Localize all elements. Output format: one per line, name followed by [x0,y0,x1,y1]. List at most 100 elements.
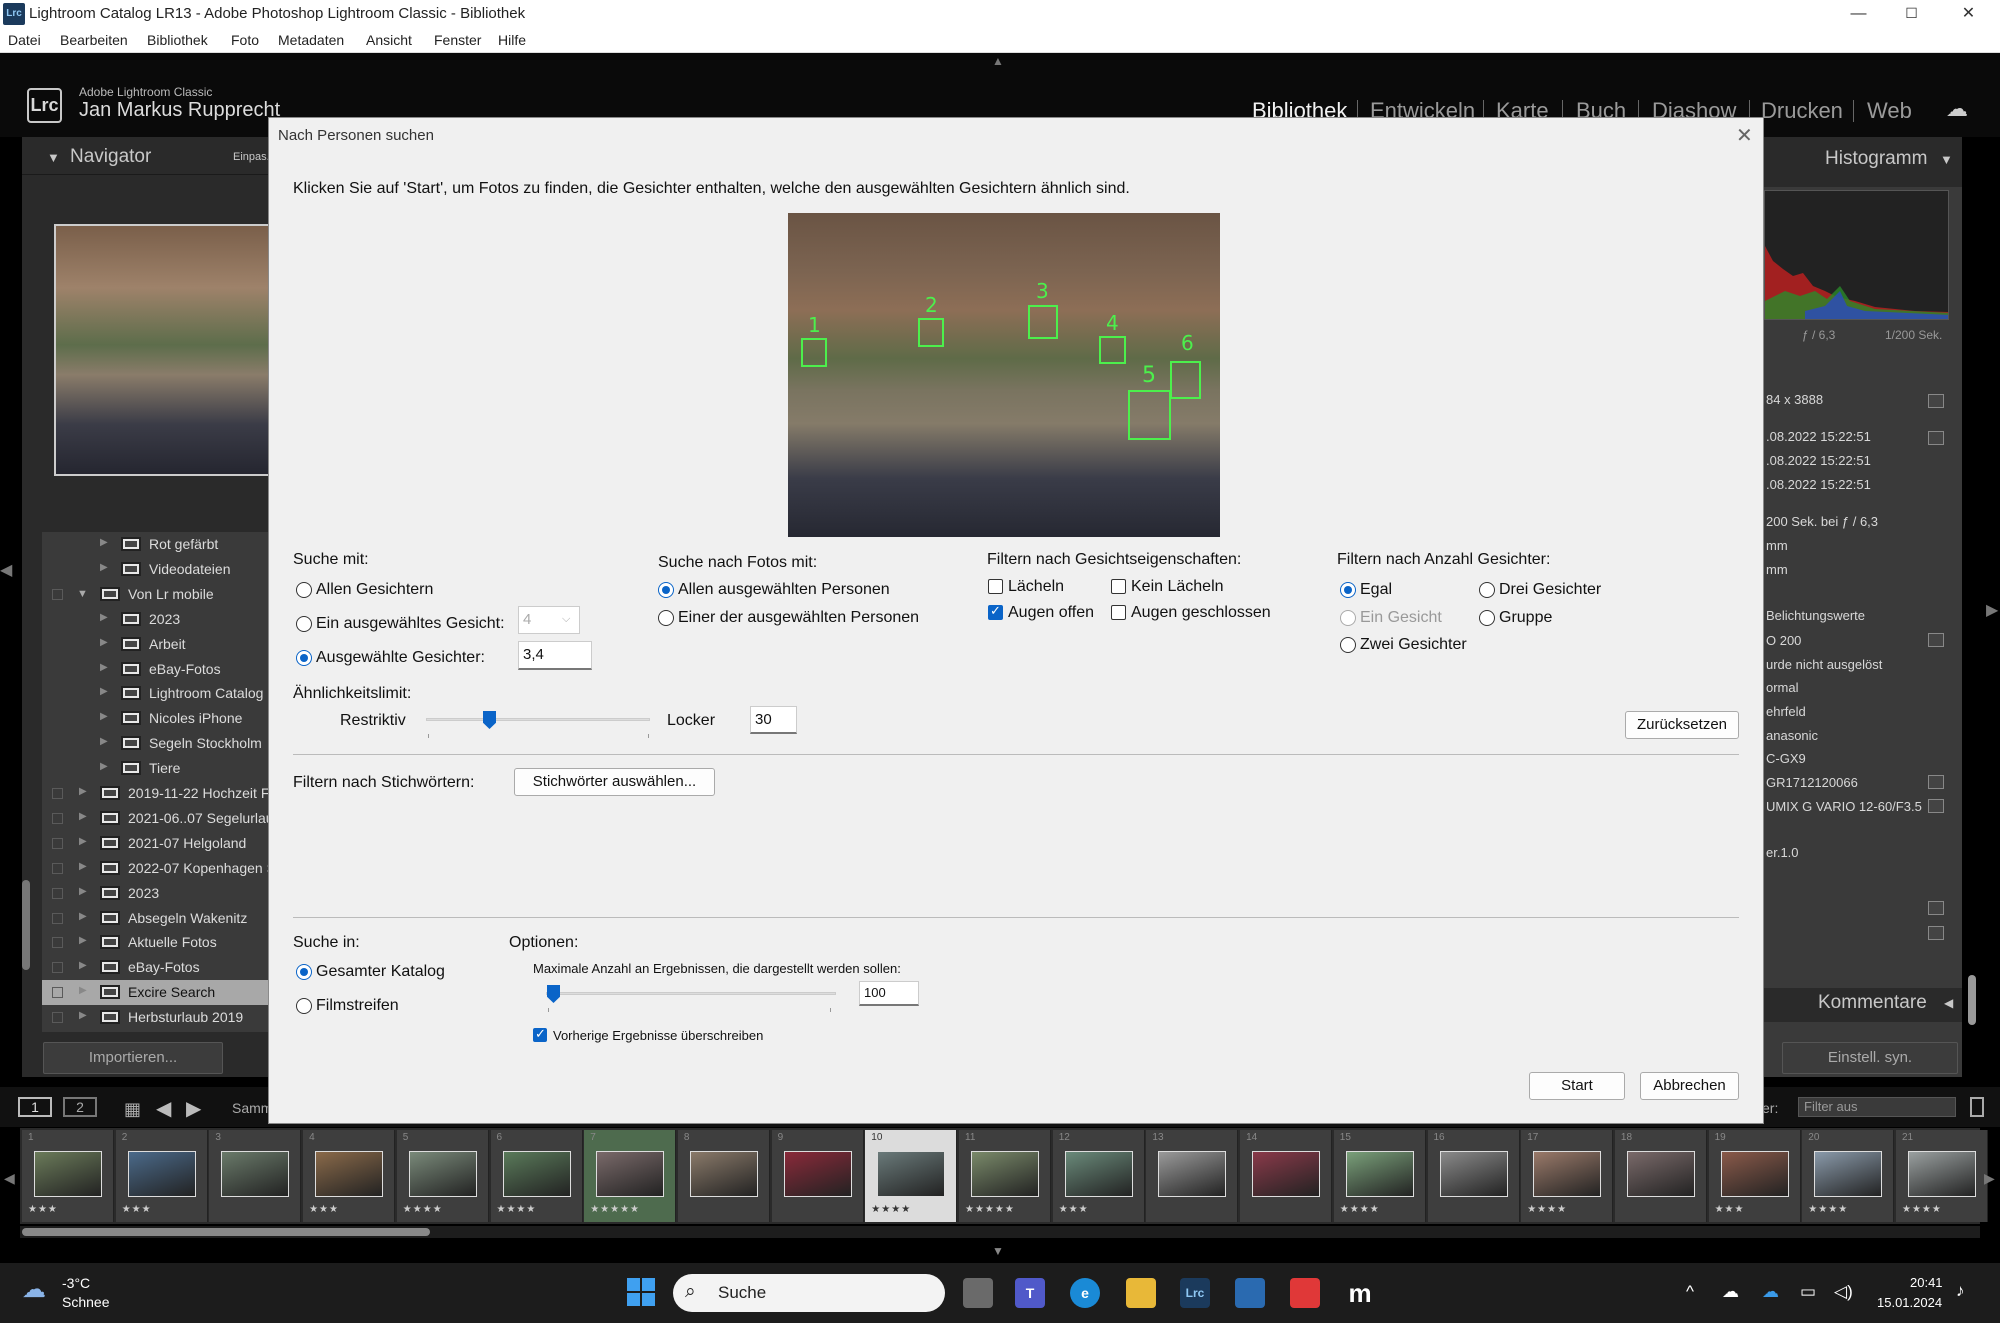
filmstrip-thumbnail[interactable]: 17 ★★★★ [1521,1130,1614,1222]
disclosure-triangle-icon[interactable]: ▶ [79,886,87,897]
filmstrip-thumbnail[interactable]: 3 [209,1130,302,1222]
collapse-triangle-icon[interactable]: ▼ [47,150,60,165]
reset-button[interactable]: Zurücksetzen [1625,711,1739,739]
filmstrip-thumbnail[interactable]: 18 [1614,1130,1707,1222]
secondary-window-button[interactable]: 2 [63,1097,97,1117]
metadata-action-button[interactable] [1928,775,1944,789]
filter-select[interactable]: Filter aus [1798,1097,1956,1117]
folder-checkbox[interactable] [52,837,63,849]
disclosure-triangle-icon[interactable]: ▼ [77,588,88,600]
radio-filmstrip-label[interactable]: Filmstreifen [316,997,399,1015]
navigator-fit-option[interactable]: Einpas. [233,151,270,163]
filmstrip-thumbnail[interactable]: 2 ★★★ [115,1130,208,1222]
m-app-icon[interactable]: m [1345,1278,1375,1308]
taskbar-search[interactable] [673,1274,945,1312]
max-results-slider-track[interactable] [546,992,836,995]
primary-window-button[interactable]: 1 [18,1097,52,1117]
module-web[interactable]: Web [1867,98,1912,124]
back-arrow-icon[interactable]: ◀ [156,1096,171,1121]
start-button[interactable]: Start [1529,1072,1625,1100]
folder-item[interactable]: ▶ 2021-06..07 Segelurlau [42,806,282,831]
checkbox-no-smile[interactable] [1111,579,1126,594]
menu-foto[interactable]: Foto [231,32,259,48]
radio-all-faces[interactable] [296,582,312,598]
select-keywords-button[interactable]: Stichwörter auswählen... [514,768,715,796]
max-results-input[interactable]: 100 [859,981,919,1006]
checkbox-smile[interactable] [988,579,1003,594]
radio-filmstrip[interactable] [296,998,312,1014]
disclosure-triangle-icon[interactable]: ▶ [79,836,87,847]
weather-condition[interactable]: Schnee [62,1294,109,1310]
close-icon[interactable]: ✕ [1736,123,1753,148]
folder-item[interactable]: ▶ 2019-11-22 Hochzeit Fl [42,781,282,806]
edge-icon[interactable]: e [1070,1278,1100,1308]
radio-one-person[interactable] [658,610,674,626]
checkbox-eyes-closed-label[interactable]: Augen geschlossen [1131,604,1271,622]
disclosure-triangle-icon[interactable]: ▶ [100,761,108,772]
folder-item[interactable]: ▶ Nicoles iPhone [42,706,282,731]
folder-item[interactable]: ▶ Excire Search [42,980,282,1006]
filmstrip-thumbnail[interactable]: 21 ★★★★ [1896,1130,1988,1222]
selected-faces-input[interactable]: 3,4 [518,641,592,670]
radio-single-face[interactable] [296,616,312,632]
radio-one-person-label[interactable]: Einer der ausgewählten Personen [678,609,919,627]
radio-single-face-label[interactable]: Ein ausgewähltes Gesicht: [316,615,505,633]
radio-all-persons-label[interactable]: Allen ausgewählten Personen [678,581,890,599]
import-button[interactable]: Importieren... [43,1042,223,1074]
disclosure-triangle-icon[interactable]: ▶ [100,537,108,548]
grid-view-icon[interactable]: ▦ [124,1099,141,1120]
file-explorer-icon[interactable] [1126,1278,1156,1308]
metadata-action-button[interactable] [1928,799,1944,813]
filmstrip-thumbnail[interactable]: 13 [1146,1130,1239,1222]
menu-metadaten[interactable]: Metadaten [278,32,344,48]
folder-item[interactable]: ▶ Segeln Stockholm [42,731,282,756]
checkbox-no-smile-label[interactable]: Kein Lächeln [1131,578,1224,596]
disclosure-triangle-icon[interactable]: ▶ [100,736,108,747]
disclosure-triangle-icon[interactable]: ▶ [79,786,87,797]
right-panel-scrollbar[interactable] [1968,975,1976,1025]
folder-checkbox[interactable] [52,937,63,949]
checkbox-eyes-open-label[interactable]: Augen offen [1008,604,1094,622]
filmstrip-thumbnail[interactable]: 8 [677,1130,770,1222]
metadata-action-button[interactable] [1928,633,1944,647]
snipping-tool-icon[interactable] [1290,1278,1320,1308]
metadata-action-button[interactable] [1928,394,1944,408]
filmstrip-thumbnail[interactable]: 14 [1240,1130,1333,1222]
radio-whole-catalog[interactable] [296,964,312,980]
module-drucken[interactable]: Drucken [1761,98,1843,124]
metadata-action-button[interactable] [1928,901,1944,915]
taskbar-date[interactable]: 15.01.2024 [1877,1295,1942,1310]
folder-checkbox[interactable] [52,887,63,899]
minimize-button[interactable]: — [1830,0,1887,28]
disclosure-triangle-icon[interactable]: ▶ [100,562,108,573]
collapse-triangle-icon[interactable]: ▼ [1940,152,1953,167]
folder-checkbox[interactable] [52,1012,63,1024]
task-view-icon[interactable] [963,1278,993,1308]
weather-temperature[interactable]: -3°C [62,1275,90,1291]
filmstrip-thumbnail[interactable]: 15 ★★★★ [1333,1130,1426,1222]
filmstrip-thumbnail[interactable]: 12 ★★★ [1052,1130,1145,1222]
checkbox-overwrite[interactable] [533,1026,547,1042]
weather-snow-icon[interactable]: ☁ [22,1275,56,1305]
folder-item[interactable]: ▶ Lightroom Catalog [42,681,282,706]
radio-group[interactable] [1479,610,1495,626]
radio-two-faces[interactable] [1340,637,1356,653]
volume-icon[interactable]: ◁) [1834,1282,1853,1302]
radio-three-faces-label[interactable]: Drei Gesichter [1499,581,1601,599]
disclosure-triangle-icon[interactable]: ▶ [100,637,108,648]
disclosure-triangle-icon[interactable]: ▶ [79,960,87,971]
folder-checkbox[interactable] [52,812,63,824]
checkbox-eyes-open[interactable] [988,603,1003,620]
folder-checkbox[interactable] [52,987,63,999]
radio-all-faces-label[interactable]: Allen Gesichtern [316,581,433,599]
teams-icon[interactable]: T [1015,1278,1045,1308]
maximize-button[interactable]: ☐ [1883,0,1940,28]
filmstrip-scroll-thumb[interactable] [22,1228,430,1236]
face-box-4[interactable] [1099,336,1126,364]
menu-ansicht[interactable]: Ansicht [366,32,412,48]
similarity-slider-track[interactable] [426,718,650,721]
folder-item[interactable]: ▶ eBay-Fotos [42,955,282,980]
radio-three-faces[interactable] [1479,582,1495,598]
radio-selected-faces[interactable] [296,650,312,666]
disclosure-triangle-icon[interactable]: ▶ [79,861,87,872]
